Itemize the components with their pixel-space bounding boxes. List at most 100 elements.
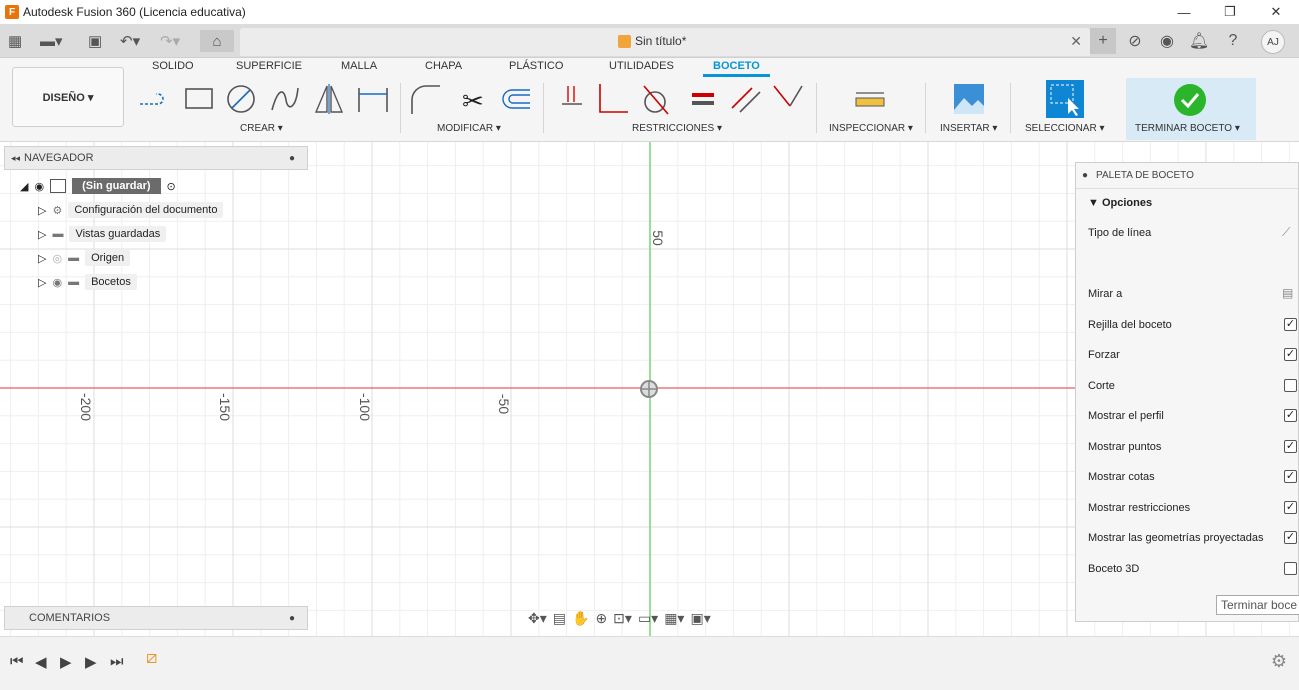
rectangle-tool-icon[interactable] [182,82,216,116]
navigator-panel[interactable]: ◂◂ NAVEGADOR ● [4,146,308,170]
tab-solido[interactable]: SOLIDO [152,60,194,72]
new-tab-icon[interactable]: + [1090,28,1116,54]
restricciones-group-label[interactable]: RESTRICCIONES ▾ [632,123,722,134]
eye-icon[interactable]: ◉ [52,276,62,289]
job-status-icon[interactable]: ⊘ [1124,28,1146,54]
user-avatar[interactable]: AJ [1261,30,1285,54]
expand-triangle-icon[interactable]: ▷ [38,204,46,217]
fillet-tool-icon[interactable] [408,82,442,116]
palette-option-checkbox[interactable]: ✓ [1284,409,1297,422]
fix-constraint-icon[interactable] [556,82,590,116]
palette-option-checkbox[interactable]: ✓ [1284,470,1297,483]
close-tab-icon[interactable]: ✕ [1070,33,1082,50]
play-icon[interactable]: ▶ [60,653,72,671]
go-to-start-icon[interactable]: ⏮ [10,653,24,670]
parallel-constraint-icon[interactable] [728,82,762,116]
tab-superficie[interactable]: SUPERFICIE [236,60,302,72]
dimension-tool-icon[interactable] [356,82,390,116]
tree-root[interactable]: ◢ ◉ (Sin guardar) ⊙ [20,176,176,196]
palette-option-checkbox[interactable]: ✓ [1284,440,1297,453]
pan-hand-icon[interactable]: ✋ [572,610,589,627]
look-at-icon[interactable]: ▤ [553,610,566,627]
trim-scissors-icon[interactable]: ✂ [456,82,490,116]
panel-pin-icon[interactable]: ● [289,153,295,164]
line-tool-icon[interactable] [136,82,170,116]
palette-option-checkbox[interactable] [1284,562,1297,575]
maximize-button[interactable]: ❐ [1207,0,1253,24]
terminar-boceto-label[interactable]: TERMINAR BOCETO ▾ [1135,123,1240,134]
insertar-group-label[interactable]: INSERTAR ▾ [940,123,997,134]
notifications-icon[interactable]: 🔔︎ [1188,28,1210,54]
step-back-icon[interactable]: ◀ [35,653,47,671]
go-to-end-icon[interactable]: ⏭ [110,653,124,670]
seleccionar-group-label[interactable]: SELECCIONAR ▾ [1025,123,1104,134]
tab-boceto[interactable]: BOCETO [703,60,770,77]
orbit-icon[interactable]: ✥▾ [528,610,547,627]
palette-option-checkbox[interactable]: ✓ [1284,531,1297,544]
apps-grid-icon[interactable]: ▦ [8,30,22,52]
palette-option-checkbox[interactable] [1284,379,1297,392]
select-tool-icon[interactable] [1046,80,1084,118]
tab-chapa[interactable]: CHAPA [425,60,462,72]
settings-gear-icon[interactable]: ⚙ [1271,651,1287,672]
equal-constraint-icon[interactable] [686,82,720,116]
options-section[interactable]: ▼ Opciones [1088,197,1152,209]
activate-radio-icon[interactable]: ⊙ [167,180,176,193]
extensions-icon[interactable]: ◉ [1156,28,1178,54]
eye-icon[interactable]: ◉ [34,180,44,193]
finish-sketch-button[interactable]: Terminar boce [1216,595,1299,615]
tab-utilidades[interactable]: UTILIDADES [609,60,674,72]
palette-option-checkbox[interactable]: ✓ [1284,348,1297,361]
insert-image-icon[interactable] [952,82,986,116]
modificar-group-label[interactable]: MODIFICAR ▾ [437,123,501,134]
redo-icon[interactable]: ↷▾ [160,30,180,52]
design-workspace-button[interactable]: DISEÑO ▾ [12,67,124,127]
expand-triangle-icon[interactable]: ▷ [38,276,46,289]
document-tab[interactable]: Sin título* ✕ [240,28,1090,56]
inspeccionar-group-label[interactable]: INSPECCIONAR ▾ [829,123,913,134]
timeline-sketch-icon[interactable]: ⧄ [146,647,157,668]
tab-plastico[interactable]: PLÁSTICO [509,60,563,72]
tree-item[interactable]: ▷ ▬ Vistas guardadas [38,224,167,244]
viewports-icon[interactable]: ▣▾ [690,610,710,627]
help-icon[interactable]: ? [1222,28,1244,54]
circle-tool-icon[interactable] [224,82,258,116]
comments-panel[interactable]: COMENTARIOS ● [4,606,308,630]
expand-triangle-icon[interactable]: ▷ [38,252,46,265]
palette-option-checkbox[interactable]: ✓ [1284,501,1297,514]
look-at-icon[interactable]: ▤ [1282,286,1293,300]
measure-ruler-icon[interactable] [853,82,887,116]
zoom-icon[interactable]: ⊕ [595,610,607,627]
tree-item[interactable]: ▷ ⚙ Configuración del documento [38,200,224,220]
offset-tool-icon[interactable] [498,82,532,116]
close-window-button[interactable]: ✕ [1253,0,1299,24]
add-comment-icon[interactable]: ● [289,613,295,624]
home-icon[interactable]: ⌂ [200,30,234,52]
tab-malla[interactable]: MALLA [341,60,377,72]
coincident-constraint-icon[interactable] [770,82,804,116]
grid-settings-icon[interactable]: ▦▾ [664,610,684,627]
step-forward-icon[interactable]: ▶ [85,653,97,671]
display-settings-icon[interactable]: ▭▾ [638,610,658,627]
expand-triangle-icon[interactable]: ▷ [38,228,46,241]
finish-sketch-check-icon[interactable] [1173,83,1207,117]
crear-group-label[interactable]: CREAR ▾ [240,123,283,134]
origin-point-icon[interactable] [639,379,659,399]
file-menu-icon[interactable]: ▬▾ [40,30,63,52]
save-icon[interactable]: ▣ [88,30,102,52]
minimize-button[interactable]: — [1161,0,1207,24]
tree-item[interactable]: ▷ ◉ ▬ Bocetos [38,272,137,292]
line-type-icon[interactable]: ⟋ [1282,225,1290,240]
undo-icon[interactable]: ↶▾ [120,30,140,52]
expand-triangle-icon[interactable]: ◢ [20,180,28,193]
spline-tool-icon[interactable] [268,82,302,116]
palette-option-checkbox[interactable]: ✓ [1284,318,1297,331]
eye-hidden-icon[interactable]: ◎ [52,252,62,265]
tree-item[interactable]: ▷ ◎ ▬ Origen [38,248,131,268]
perpendicular-constraint-icon[interactable] [596,82,630,116]
palette-collapse-icon[interactable]: ● [1082,170,1088,181]
mirror-tool-icon[interactable] [312,82,346,116]
tangent-constraint-icon[interactable] [638,82,672,116]
fit-icon[interactable]: ⊡▾ [613,610,632,627]
collapse-icon[interactable]: ◂◂ [11,153,20,164]
